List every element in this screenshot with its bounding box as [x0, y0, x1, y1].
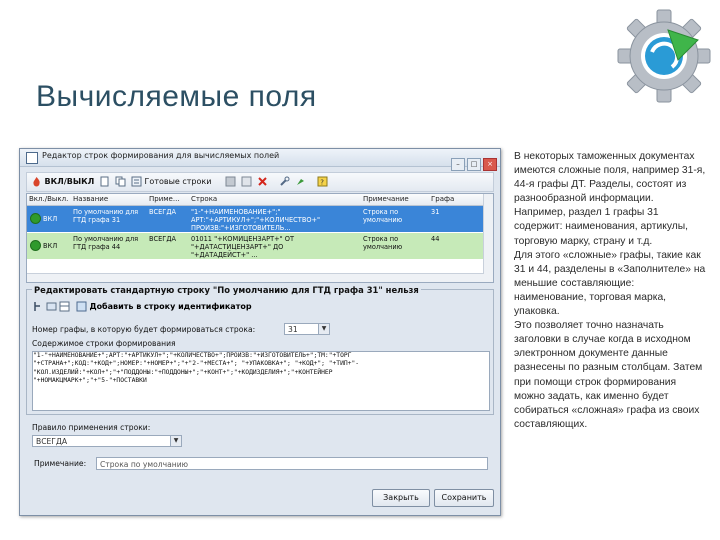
description-paragraph: Это позволяет точно назначать заголовки …	[514, 320, 703, 430]
column-header[interactable]: Строка	[191, 195, 217, 203]
description-paragraph: В некоторых таможенных документах имеютс…	[514, 151, 706, 247]
add-identifier-icon	[76, 301, 87, 312]
close-button[interactable]: Закрыть	[372, 489, 430, 507]
description-text: В некоторых таможенных документах имеютс…	[514, 150, 706, 432]
apply-rule-select[interactable]: ВСЕГДА ▼	[32, 435, 182, 447]
column-header[interactable]: Приме...	[149, 195, 180, 203]
window-title: Редактор строк формирования для вычисляе…	[42, 151, 280, 160]
slide-title: Вычисляемые поля	[36, 80, 317, 113]
column-number-select[interactable]: 31 ▼	[284, 323, 330, 335]
delete-icon[interactable]	[257, 176, 268, 187]
column-header[interactable]: Вкл./Выкл.	[29, 195, 68, 203]
add-identifier-label: Добавить в строку идентификатор	[89, 302, 252, 311]
column-header[interactable]: Название	[73, 195, 108, 203]
row-state: ВКЛ	[43, 242, 58, 250]
table-row[interactable]: ВКЛ По умолчанию для ГТД графа 44 ВСЕГДА…	[27, 233, 493, 259]
flame-icon	[33, 177, 40, 187]
editor-window: Редактор строк формирования для вычисляе…	[19, 148, 501, 516]
new-document-icon[interactable]	[99, 176, 110, 187]
table-row[interactable]: ВКЛ По умолчанию для ГТД графа 31 ВСЕГДА…	[27, 206, 493, 232]
close-window-button[interactable]: ×	[483, 158, 497, 171]
row-apply: ВСЕГДА	[149, 208, 176, 216]
window-app-icon	[26, 152, 38, 164]
description-paragraph: Для этого «сложные» графы, такие как 31 …	[514, 249, 706, 318]
row-line: "1-"+НАИМЕНОВАНИЕ+";" АРТ:"+АРТИКУЛ+";"+…	[191, 208, 321, 232]
note-label: Примечание:	[34, 459, 87, 468]
wrench-icon[interactable]	[279, 176, 290, 187]
insert-icon[interactable]	[46, 301, 57, 312]
grid-header: Вкл./Выкл. Название Приме... Строка Прим…	[27, 194, 493, 206]
paint-icon[interactable]	[295, 176, 306, 187]
formula-textarea[interactable]: "1-"+НАИМЕНОВАНИЕ+";АРТ:"+АРТИКУЛ+";"+КО…	[32, 351, 490, 411]
ready-lines-label: Готовые строки	[144, 177, 212, 186]
column-header[interactable]: Графа	[431, 195, 454, 203]
row-state: ВКЛ	[43, 215, 58, 223]
editor-toolbar: Добавить в строку идентификатор	[32, 301, 255, 315]
ready-lines-button[interactable]: Готовые строки	[131, 175, 211, 189]
cursor-icon[interactable]	[32, 301, 43, 312]
content-label: Содержимое строки формирования	[32, 339, 176, 348]
main-toolbar: ВКЛ/ВЫКЛ Готовые строки ?	[26, 172, 494, 192]
enabled-check-icon[interactable]	[30, 213, 41, 224]
edit-icon[interactable]	[241, 176, 252, 187]
gear-refresh-logo-icon	[617, 9, 711, 103]
row-note: Строка по умолчанию	[363, 235, 403, 251]
save-button[interactable]: Сохранить	[434, 489, 494, 507]
help-icon[interactable]: ?	[317, 176, 328, 187]
row-name: По умолчанию для ГТД графа 44	[73, 235, 139, 251]
row-column: 44	[431, 235, 440, 243]
lines-grid: Вкл./Выкл. Название Приме... Строка Прим…	[26, 193, 494, 283]
row-apply: ВСЕГДА	[149, 235, 176, 243]
onoff-button[interactable]: ВКЛ/ВЫКЛ	[31, 175, 94, 189]
apply-rule-label: Правило применения строки:	[32, 423, 151, 432]
edit-group-label: Редактировать стандартную строку "По умо…	[32, 285, 421, 295]
list-icon	[131, 176, 142, 187]
table-icon[interactable]	[59, 301, 70, 312]
column-number-label: Номер графы, в которую будет формировать…	[32, 325, 256, 334]
row-name: По умолчанию для ГТД графа 31	[73, 208, 139, 224]
chevron-down-icon[interactable]: ▼	[318, 324, 329, 334]
save-disk-icon[interactable]	[225, 176, 236, 187]
row-note: Строка по умолчанию	[363, 208, 403, 224]
row-column: 31	[431, 208, 440, 216]
grid-horizontal-scrollbar[interactable]	[27, 273, 484, 282]
row-line: 01011 "+КОМИЦЕНЗАРТ+" ОТ "+ДАТАСТИЦЕНЗАР…	[191, 235, 294, 259]
grid-vertical-scrollbar[interactable]	[483, 194, 493, 282]
column-number-value: 31	[288, 325, 298, 334]
note-field[interactable]: Строка по умолчанию	[96, 457, 488, 470]
column-header[interactable]: Примечание	[363, 195, 409, 203]
add-identifier-button[interactable]: Добавить в строку идентификатор	[73, 301, 255, 312]
onoff-label: ВКЛ/ВЫКЛ	[44, 177, 95, 186]
enabled-check-icon[interactable]	[30, 240, 41, 251]
chevron-down-icon[interactable]: ▼	[170, 436, 181, 446]
apply-rule-value: ВСЕГДА	[36, 437, 68, 446]
minimize-button[interactable]: –	[451, 158, 465, 171]
maximize-button[interactable]: □	[467, 158, 481, 171]
window-titlebar[interactable]: Редактор строк формирования для вычисляе…	[20, 149, 500, 171]
svg-text:?: ?	[320, 179, 324, 187]
copy-document-icon[interactable]	[115, 176, 126, 187]
